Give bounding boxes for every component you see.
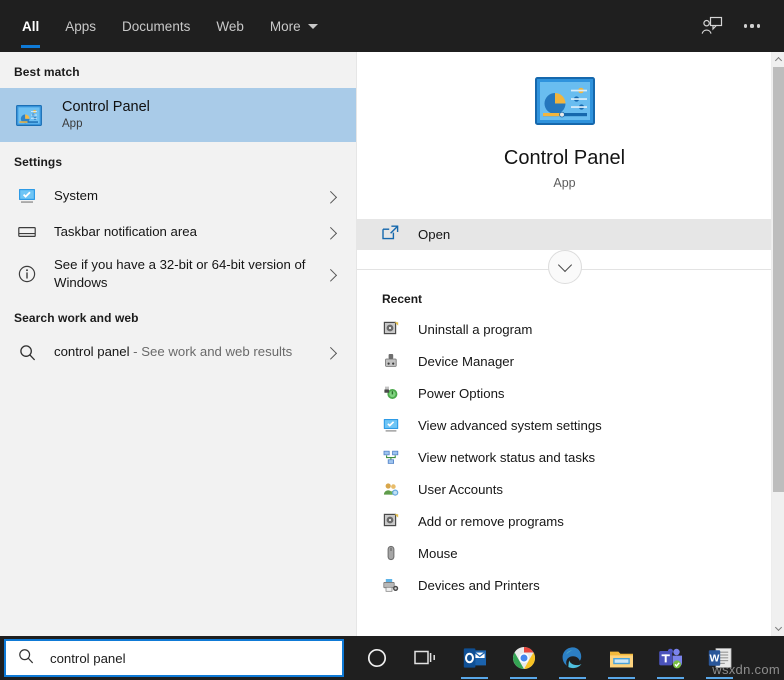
tab-web[interactable]: Web bbox=[203, 0, 257, 52]
open-external-icon bbox=[382, 225, 399, 245]
best-match-title: Control Panel bbox=[62, 98, 150, 116]
tab-more-label: More bbox=[270, 19, 301, 34]
settings-item-taskbar-notification-area-label: Taskbar notification area bbox=[54, 223, 197, 241]
edge-icon[interactable] bbox=[548, 636, 597, 680]
file-explorer-icon[interactable] bbox=[597, 636, 646, 680]
settings-item-system-label: System bbox=[54, 187, 98, 205]
recent-item-devices-and-printers[interactable]: Devices and Printers bbox=[357, 569, 772, 601]
tab-all[interactable]: All bbox=[9, 0, 52, 52]
outlook-icon[interactable] bbox=[450, 636, 499, 680]
network-icon bbox=[382, 450, 400, 465]
tab-more[interactable]: More bbox=[257, 0, 331, 52]
users-icon bbox=[382, 482, 400, 497]
device-plug-icon bbox=[382, 353, 400, 369]
chevron-down-icon bbox=[308, 24, 318, 29]
recent-item-user-accounts-label: User Accounts bbox=[418, 482, 503, 497]
best-match-text: Control Panel App bbox=[62, 98, 150, 132]
web-search-result-label: control panel - See work and web results bbox=[54, 343, 292, 361]
recent-item-uninstall-a-program-label: Uninstall a program bbox=[418, 322, 532, 337]
recent-item-power-options-label: Power Options bbox=[418, 386, 505, 401]
taskbar-icon bbox=[14, 226, 40, 238]
preview-hero: Control Panel App bbox=[357, 52, 772, 190]
open-button[interactable]: Open bbox=[357, 219, 772, 250]
monitor-check-icon bbox=[14, 188, 40, 204]
search-icon bbox=[14, 344, 40, 361]
preview-expander-area bbox=[357, 250, 772, 288]
best-match-header: Best match bbox=[0, 52, 356, 88]
open-button-label: Open bbox=[418, 227, 450, 242]
taskbar-app-icons: W bbox=[352, 636, 744, 680]
ellipsis-icon[interactable] bbox=[732, 6, 772, 46]
chevron-right-icon bbox=[324, 227, 337, 240]
search-results-left-pane: Best match Cont bbox=[0, 52, 356, 636]
program-disc-icon bbox=[382, 513, 400, 529]
tab-all-label: All bbox=[22, 19, 39, 34]
mouse-icon bbox=[382, 545, 400, 561]
task-view-icon[interactable] bbox=[401, 636, 450, 680]
recent-item-view-network-status-and-tasks[interactable]: View network status and tasks bbox=[357, 441, 772, 473]
expand-more-button[interactable] bbox=[548, 250, 582, 284]
recent-item-uninstall-a-program[interactable]: Uninstall a program bbox=[357, 313, 772, 345]
tab-documents[interactable]: Documents bbox=[109, 0, 203, 52]
preview-pane: Control Panel App Open Recent bbox=[356, 52, 772, 636]
preview-title: Control Panel bbox=[357, 145, 772, 171]
start-menu-search-overlay: All Apps Documents Web More bbox=[0, 0, 784, 680]
search-input-value: control panel bbox=[50, 651, 126, 666]
settings-item-bit-version-label: See if you have a 32-bit or 64-bit versi… bbox=[54, 256, 312, 292]
web-search-query: control panel bbox=[54, 344, 130, 359]
watermark: wsxdn.com bbox=[712, 662, 780, 677]
tab-apps-label: Apps bbox=[65, 19, 96, 34]
chrome-icon[interactable] bbox=[499, 636, 548, 680]
taskbar: control panel bbox=[0, 636, 784, 680]
settings-item-bit-version[interactable]: See if you have a 32-bit or 64-bit versi… bbox=[0, 250, 356, 298]
recent-item-user-accounts[interactable]: User Accounts bbox=[357, 473, 772, 505]
recent-item-mouse[interactable]: Mouse bbox=[357, 537, 772, 569]
chevron-right-icon bbox=[324, 347, 337, 360]
scroll-down-arrow-icon[interactable] bbox=[772, 621, 784, 636]
search-work-and-web-header: Search work and web bbox=[0, 298, 356, 334]
best-match-subtitle: App bbox=[62, 116, 150, 132]
taskbar-search-box[interactable]: control panel bbox=[4, 639, 344, 677]
best-match-result-control-panel[interactable]: Control Panel App bbox=[0, 88, 356, 142]
recent-item-add-or-remove-programs[interactable]: Add or remove programs bbox=[357, 505, 772, 537]
web-search-result[interactable]: control panel - See work and web results bbox=[0, 334, 356, 370]
tab-web-label: Web bbox=[216, 19, 244, 34]
scroll-up-arrow-icon[interactable] bbox=[772, 52, 784, 67]
info-circle-icon bbox=[14, 265, 40, 283]
control-panel-icon bbox=[357, 77, 772, 125]
chevron-down-icon bbox=[557, 258, 571, 272]
recent-item-mouse-label: Mouse bbox=[418, 546, 458, 561]
chevron-right-icon bbox=[324, 191, 337, 204]
recent-item-view-advanced-system-settings-label: View advanced system settings bbox=[418, 418, 602, 433]
recent-item-device-manager[interactable]: Device Manager bbox=[357, 345, 772, 377]
chevron-right-icon bbox=[324, 269, 337, 282]
recent-item-power-options[interactable]: Power Options bbox=[357, 377, 772, 409]
teams-icon[interactable] bbox=[646, 636, 695, 680]
preview-subtitle: App bbox=[357, 176, 772, 190]
recent-item-device-manager-label: Device Manager bbox=[418, 354, 514, 369]
web-search-hint: - See work and web results bbox=[130, 344, 293, 359]
recent-item-devices-and-printers-label: Devices and Printers bbox=[418, 578, 540, 593]
search-icon bbox=[18, 648, 34, 669]
control-panel-icon bbox=[14, 105, 44, 126]
settings-item-system[interactable]: System bbox=[0, 178, 356, 214]
recent-header: Recent bbox=[357, 288, 772, 313]
scrollbar-thumb[interactable] bbox=[773, 67, 784, 492]
search-filter-tabbar: All Apps Documents Web More bbox=[0, 0, 784, 52]
recent-item-view-advanced-system-settings[interactable]: View advanced system settings bbox=[357, 409, 772, 441]
settings-item-taskbar-notification-area[interactable]: Taskbar notification area bbox=[0, 214, 356, 250]
tab-documents-label: Documents bbox=[122, 19, 190, 34]
topnav-actions bbox=[692, 6, 784, 46]
printer-icon bbox=[382, 578, 400, 593]
settings-header: Settings bbox=[0, 142, 356, 178]
power-plug-icon bbox=[382, 385, 400, 401]
cortana-icon[interactable] bbox=[352, 636, 401, 680]
person-feedback-icon[interactable] bbox=[692, 6, 732, 46]
recent-item-add-or-remove-programs-label: Add or remove programs bbox=[418, 514, 564, 529]
recent-item-view-network-status-and-tasks-label: View network status and tasks bbox=[418, 450, 595, 465]
results-scrollbar[interactable] bbox=[771, 52, 784, 636]
tab-apps[interactable]: Apps bbox=[52, 0, 109, 52]
program-disc-icon bbox=[382, 321, 400, 337]
monitor-check-icon bbox=[382, 418, 400, 433]
